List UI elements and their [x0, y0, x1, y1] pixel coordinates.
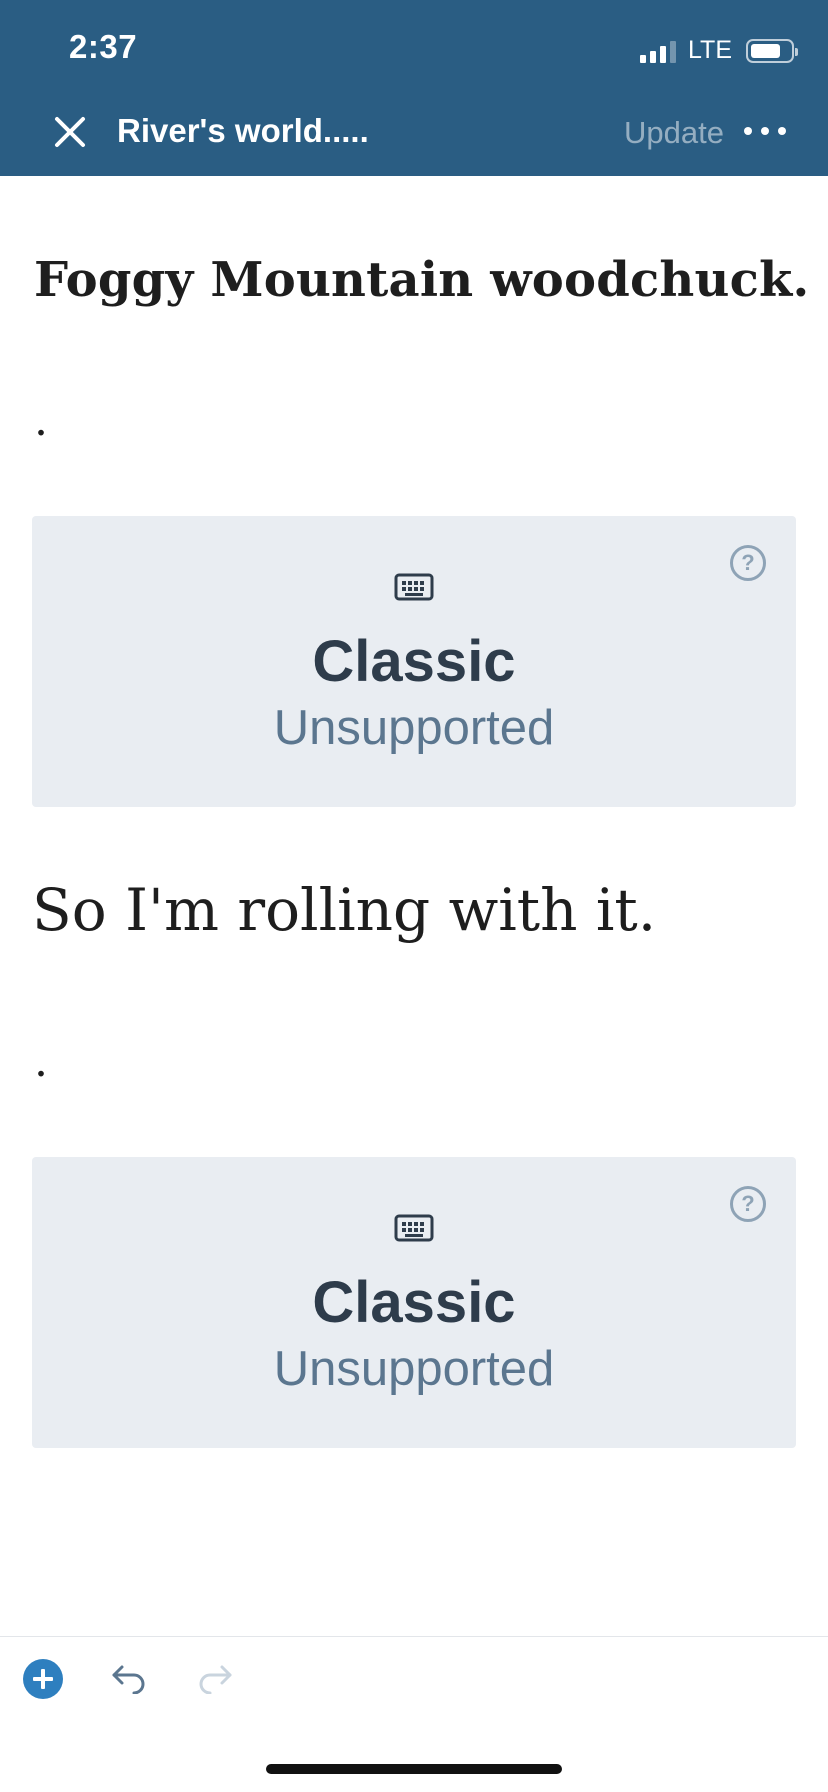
- plus-circle-icon[interactable]: [23, 1659, 63, 1699]
- signal-icon: [640, 39, 676, 63]
- paragraph-block[interactable]: So I'm rolling with it.: [32, 876, 656, 944]
- block-name: Classic: [312, 629, 516, 694]
- classic-block-unsupported[interactable]: ? Classic Unsupported: [32, 1157, 796, 1448]
- undo-icon[interactable]: [110, 1664, 148, 1695]
- classic-block-unsupported[interactable]: ? Classic Unsupported: [32, 516, 796, 807]
- status-indicators: LTE: [640, 36, 798, 65]
- status-time: 2:37: [69, 28, 138, 65]
- heading-block[interactable]: Foggy Mountain woodchuck.: [34, 252, 809, 308]
- help-icon[interactable]: ?: [730, 1186, 766, 1222]
- block-status: Unsupported: [273, 1342, 555, 1396]
- block-name: Classic: [312, 1270, 516, 1335]
- keyboard-icon: [394, 573, 434, 601]
- post-title: River's world.....: [117, 112, 369, 149]
- paragraph-block[interactable]: .: [34, 395, 48, 446]
- editor-header: 2:37 LTE River's world..... Update: [0, 0, 828, 176]
- home-indicator: [266, 1764, 562, 1774]
- redo-icon[interactable]: [196, 1664, 234, 1695]
- battery-icon: [746, 38, 798, 63]
- network-label: LTE: [688, 36, 732, 64]
- paragraph-block[interactable]: .: [34, 1036, 48, 1087]
- help-icon[interactable]: ?: [730, 545, 766, 581]
- update-button[interactable]: Update: [624, 115, 724, 151]
- close-icon[interactable]: [48, 110, 92, 154]
- block-status: Unsupported: [273, 701, 555, 755]
- keyboard-icon: [394, 1214, 434, 1242]
- more-dots-icon[interactable]: [744, 118, 786, 144]
